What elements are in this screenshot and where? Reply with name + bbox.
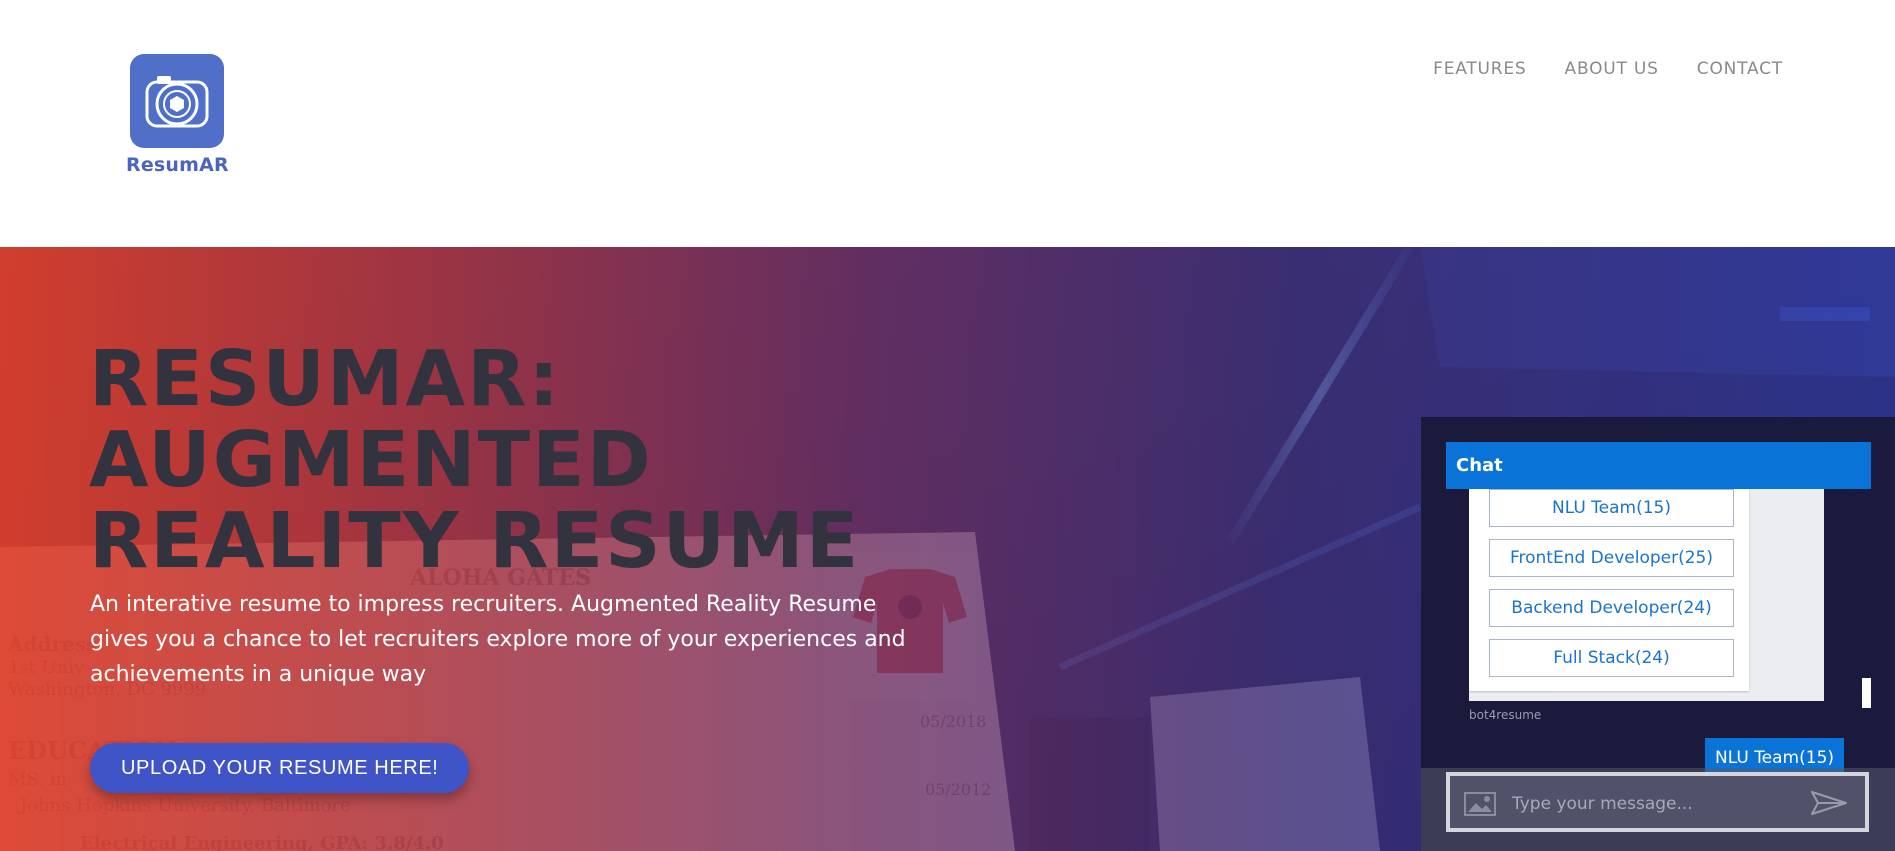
image-icon[interactable] <box>1464 792 1496 820</box>
bot-name-label: bot4resume <box>1469 708 1542 722</box>
hero-section: ALOHA GATES Address 1st Univ Washington,… <box>0 247 1895 851</box>
hero-title: RESUMAR: AUGMENTED REALITY RESUME <box>89 335 861 586</box>
nav-contact-link[interactable]: CONTACT <box>1697 59 1783 79</box>
chat-widget: Chat NLU Team(15) FrontEnd Developer(25)… <box>1421 417 1895 851</box>
suggestion-frontend-developer-button[interactable]: FrontEnd Developer(25) <box>1489 539 1734 577</box>
upload-resume-button[interactable]: UPLOAD YOUR RESUME HERE! <box>90 743 470 793</box>
chat-input-bar <box>1421 768 1895 851</box>
suggestion-backend-developer-button[interactable]: Backend Developer(24) <box>1489 589 1734 627</box>
brand-logo[interactable]: ResumAR <box>126 54 229 176</box>
camera-aperture-icon <box>130 54 224 148</box>
chat-header[interactable]: Chat <box>1446 442 1871 489</box>
site-header: ResumAR FEATURES ABOUT US CONTACT <box>0 0 1895 247</box>
suggestion-full-stack-button[interactable]: Full Stack(24) <box>1489 639 1734 677</box>
user-message-text: NLU Team(15) <box>1715 748 1835 768</box>
chat-scrollbar[interactable] <box>1862 678 1871 708</box>
suggestion-list: NLU Team(15) FrontEnd Developer(25) Back… <box>1469 489 1749 691</box>
send-icon[interactable] <box>1810 790 1848 820</box>
suggestion-nlu-team-button[interactable]: NLU Team(15) <box>1489 489 1734 527</box>
hero-description: An interative resume to impress recruite… <box>90 592 906 687</box>
message-input[interactable] <box>1510 787 1794 821</box>
chat-input-box <box>1446 772 1869 832</box>
suggestion-card: NLU Team(15) FrontEnd Developer(25) Back… <box>1469 489 1824 701</box>
nav-about-link[interactable]: ABOUT US <box>1565 59 1659 79</box>
main-nav: FEATURES ABOUT US CONTACT <box>1433 59 1783 79</box>
nav-features-link[interactable]: FEATURES <box>1433 59 1526 79</box>
brand-name: ResumAR <box>126 154 229 176</box>
